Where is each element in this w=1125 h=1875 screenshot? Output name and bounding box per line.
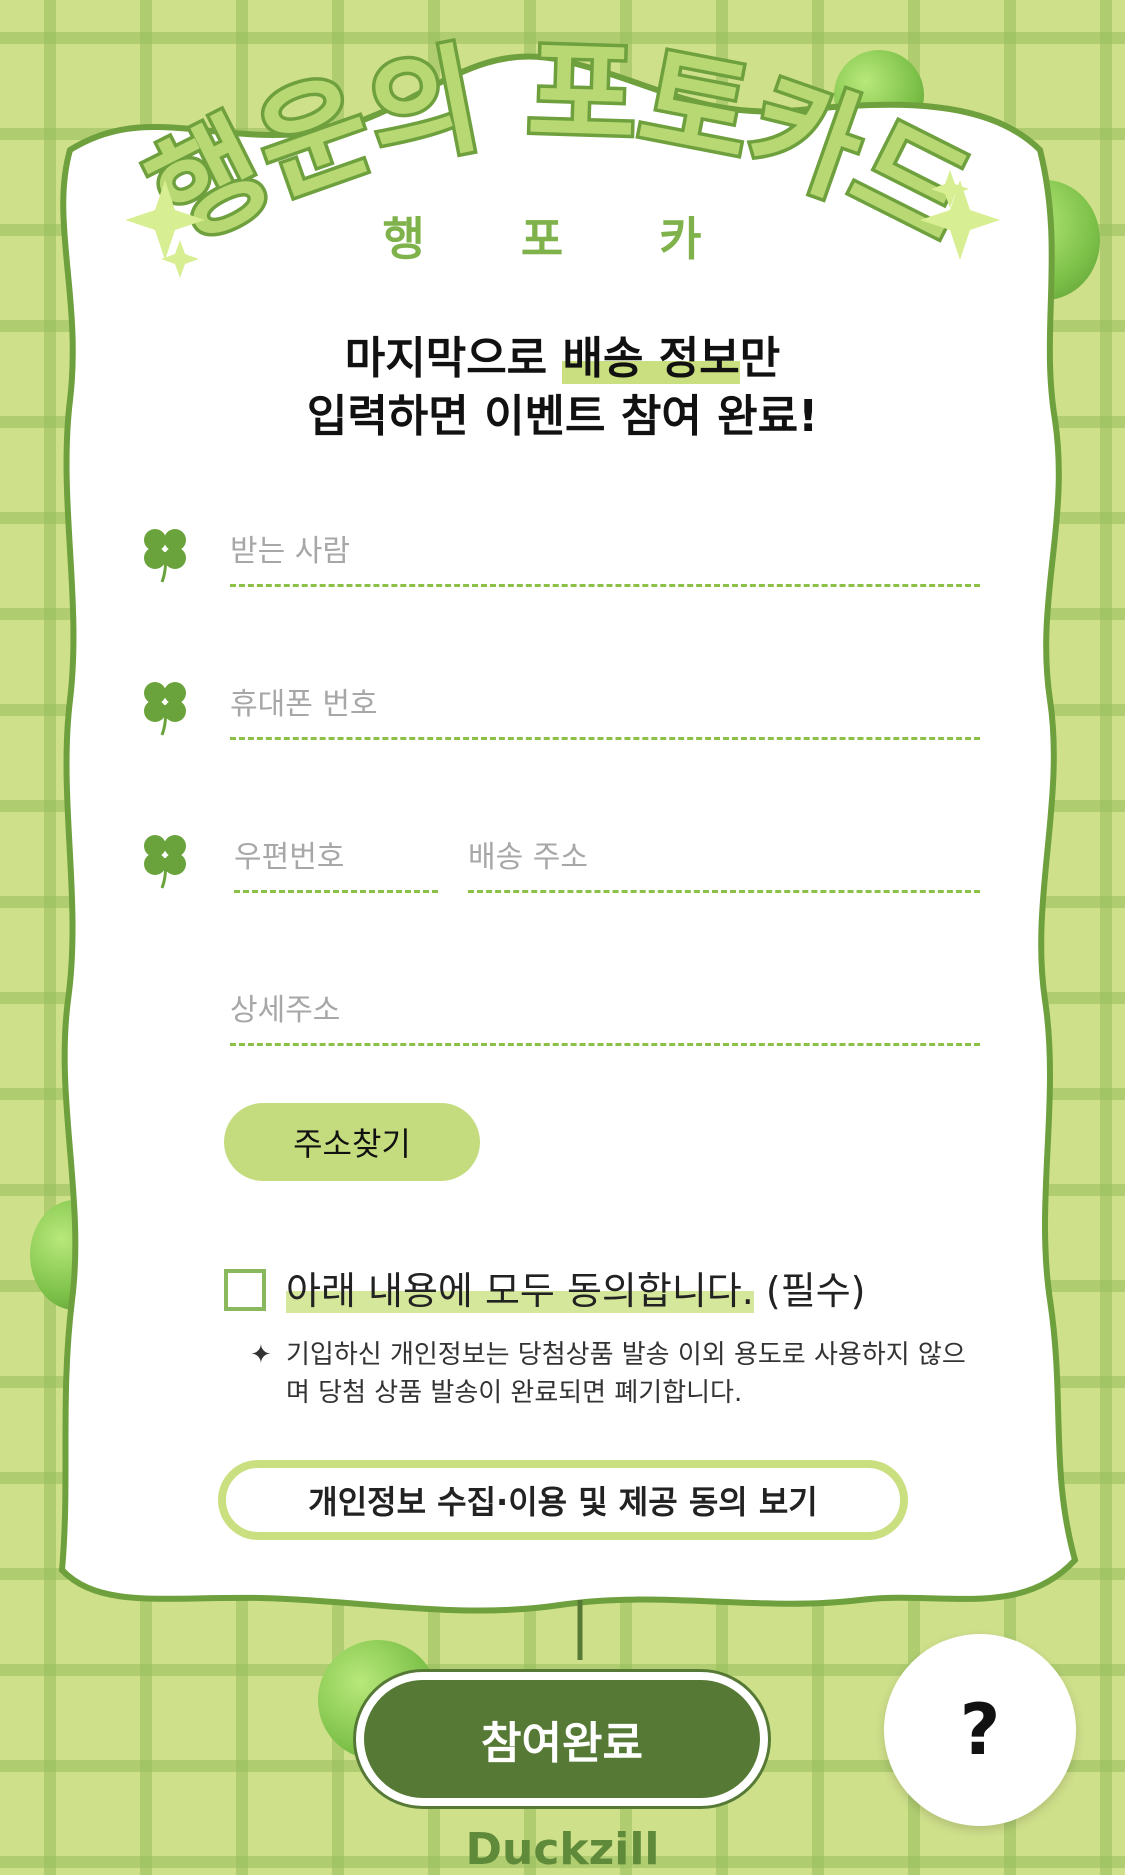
agree-label[interactable]: 아래 내용에 모두 동의합니다. (필수) <box>286 1265 866 1317</box>
find-address-button[interactable]: 주소찾기 <box>224 1103 480 1181</box>
submit-button[interactable]: 참여완료 <box>356 1672 768 1806</box>
phone-row <box>140 663 980 753</box>
agree-required: (필수) <box>753 1269 866 1313</box>
zipcode-underline <box>234 890 438 893</box>
address-row <box>140 816 980 906</box>
agreement-row: 아래 내용에 모두 동의합니다. (필수) <box>224 1265 1024 1321</box>
recipient-row <box>140 510 980 600</box>
help-button[interactable]: ? <box>884 1634 1076 1826</box>
phone-input[interactable] <box>230 681 970 727</box>
headline-line-2: 입력하면 이벤트 참여 완료! <box>306 391 819 442</box>
address-underline <box>468 890 980 893</box>
privacy-consent-button[interactable]: 개인정보 수집·이용 및 제공 동의 보기 <box>218 1460 908 1540</box>
headline-highlight: 배송 정보 <box>562 333 740 384</box>
headline-line-1: 마지막으로 배송 정보만 <box>0 330 1125 388</box>
clover-icon <box>144 835 186 889</box>
clover-icon <box>144 529 186 583</box>
clover-icon <box>144 682 186 736</box>
agree-label-text: 아래 내용에 모두 동의합니다. <box>286 1269 754 1313</box>
title-subtitle: 행 포 카 <box>383 212 742 266</box>
headline-text: 마지막으로 <box>344 333 563 384</box>
phone-underline <box>230 737 980 740</box>
detail-address-input[interactable] <box>230 987 970 1033</box>
notice-text: 기입하신 개인정보는 당첨상품 발송 이외 용도로 사용하지 않으며 당첨 상품… <box>286 1340 966 1408</box>
privacy-notice: ✦ 기입하신 개인정보는 당첨상품 발송 이외 용도로 사용하지 않으며 당첨 … <box>250 1336 986 1412</box>
star-icon: ✦ <box>250 1340 272 1370</box>
headline-text: 만 <box>739 333 781 384</box>
zipcode-input[interactable] <box>234 834 434 880</box>
agree-checkbox[interactable] <box>224 1269 266 1311</box>
detail-address-underline <box>230 1043 980 1046</box>
detail-address-row <box>140 969 980 1059</box>
instruction-headline: 마지막으로 배송 정보만 입력하면 이벤트 참여 완료! <box>0 330 1125 446</box>
recipient-underline <box>230 584 980 587</box>
brand-logo: Duckzill <box>465 1824 660 1875</box>
recipient-input[interactable] <box>230 528 970 574</box>
address-input[interactable] <box>468 834 968 880</box>
event-title-logo: 행운의 포토카드 행 포 카 <box>125 20 1000 278</box>
